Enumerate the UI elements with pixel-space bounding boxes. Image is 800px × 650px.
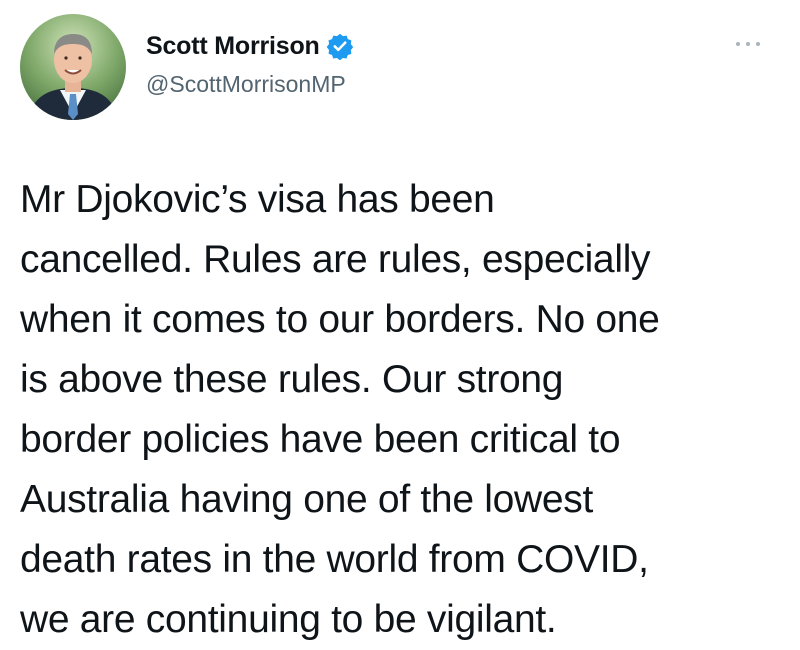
verified-badge-icon [326,32,354,61]
author-name-row: Scott Morrison [146,31,354,61]
avatar-photo [20,14,126,120]
tweet-text: Mr Djokovic’s visa has been cancelled. R… [20,170,790,650]
tweet-text-line: when it comes to our borders. No one [20,298,660,341]
tweet-text-line: death rates in the world from COVID, [20,538,649,581]
tweet-text-line: Mr Djokovic’s visa has been [20,178,495,221]
tweet-text-line: border policies have been critical to [20,418,621,461]
tweet-text-line: is above these rules. Our strong [20,358,564,401]
avatar[interactable] [20,14,126,120]
tweet-card: Scott Morrison @ScottMorrisonMP Mr Djoko… [0,0,800,641]
tweet-text-line: we are continuing to be vigilant. [20,598,557,641]
author-handle[interactable]: @ScottMorrisonMP [146,71,346,98]
tweet-text-line: cancelled. Rules are rules, especially [20,238,651,281]
author-display-name[interactable]: Scott Morrison [146,32,320,61]
more-options-icon[interactable] [732,38,764,50]
tweet-text-line: Australia having one of the lowest [20,478,593,521]
